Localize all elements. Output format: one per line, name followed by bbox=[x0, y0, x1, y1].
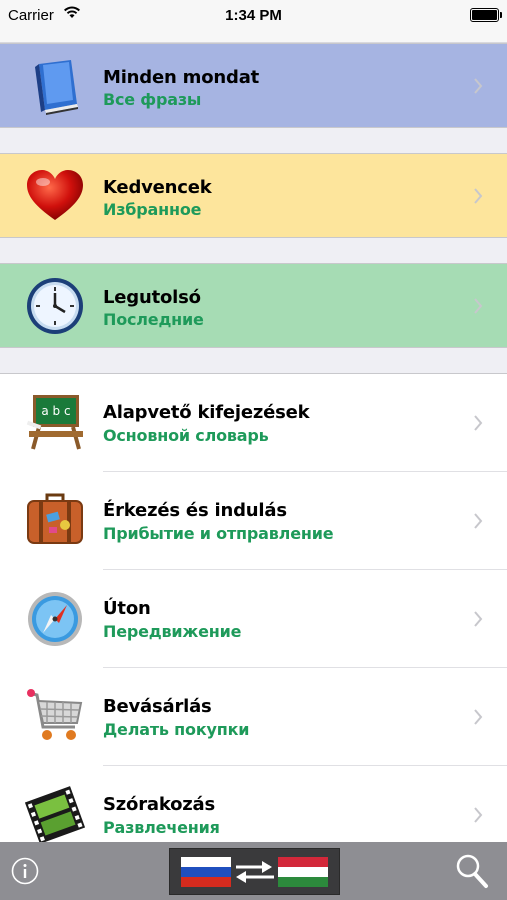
chevron-right-icon bbox=[473, 78, 483, 94]
chevron-right-icon bbox=[473, 611, 483, 627]
info-icon[interactable] bbox=[11, 857, 39, 885]
category-title: Minden mondat bbox=[103, 67, 260, 88]
topic-subtitle: Делать покупки bbox=[103, 720, 250, 739]
clock-time: 1:34 PM bbox=[225, 7, 282, 24]
topic-subtitle: Основной словарь bbox=[103, 426, 269, 445]
category-subtitle: Последние bbox=[103, 310, 204, 329]
topic-subtitle: Передвижение bbox=[103, 622, 242, 641]
status-bar: Carrier 1:34 PM bbox=[0, 0, 507, 43]
battery-icon bbox=[470, 8, 502, 22]
suitcase-icon bbox=[25, 491, 85, 551]
chevron-right-icon bbox=[473, 188, 483, 204]
bottom-toolbar bbox=[0, 842, 507, 900]
heart-icon bbox=[25, 166, 85, 226]
shopping-cart-icon bbox=[25, 687, 85, 747]
list-item[interactable]: a b c Alapvető kifejezések Основной слов… bbox=[0, 374, 507, 472]
chevron-right-icon bbox=[473, 709, 483, 725]
clock-icon bbox=[25, 276, 85, 336]
book-icon bbox=[25, 56, 85, 116]
category-all-phrases[interactable]: Minden mondat Все фразы bbox=[0, 43, 507, 128]
topic-subtitle: Развлечения bbox=[103, 818, 220, 837]
topic-title: Alapvető kifejezések bbox=[103, 402, 310, 423]
chevron-right-icon bbox=[473, 807, 483, 823]
list-item[interactable]: Bevásárlás Делать покупки bbox=[0, 668, 507, 766]
category-subtitle: Избранное bbox=[103, 200, 202, 219]
language-switch-button[interactable] bbox=[169, 848, 340, 895]
list-item[interactable]: Érkezés és indulás Прибытие и отправлени… bbox=[0, 472, 507, 570]
category-title: Legutolsó bbox=[103, 287, 201, 308]
topic-title: Szórakozás bbox=[103, 794, 216, 815]
chevron-right-icon bbox=[473, 513, 483, 529]
chevron-right-icon bbox=[473, 298, 483, 314]
topic-list: a b c Alapvető kifejezések Основной слов… bbox=[0, 373, 507, 844]
category-recent[interactable]: Legutolsó Последние bbox=[0, 263, 507, 348]
category-favorites[interactable]: Kedvencek Избранное bbox=[0, 153, 507, 238]
topic-title: Érkezés és indulás bbox=[103, 500, 287, 521]
board-text: a b c bbox=[41, 404, 70, 418]
topic-title: Úton bbox=[103, 598, 151, 619]
language-swap-icon bbox=[181, 857, 328, 887]
list-item[interactable]: Úton Передвижение bbox=[0, 570, 507, 668]
chalkboard-icon: a b c bbox=[25, 393, 85, 453]
chevron-right-icon bbox=[473, 415, 483, 431]
category-subtitle: Все фразы bbox=[103, 90, 202, 109]
topic-subtitle: Прибытие и отправление bbox=[103, 524, 334, 543]
topic-title: Bevásárlás bbox=[103, 696, 212, 717]
compass-icon bbox=[25, 589, 85, 649]
search-icon[interactable] bbox=[455, 853, 489, 889]
category-title: Kedvencek bbox=[103, 177, 212, 198]
film-strip-icon bbox=[24, 785, 86, 845]
